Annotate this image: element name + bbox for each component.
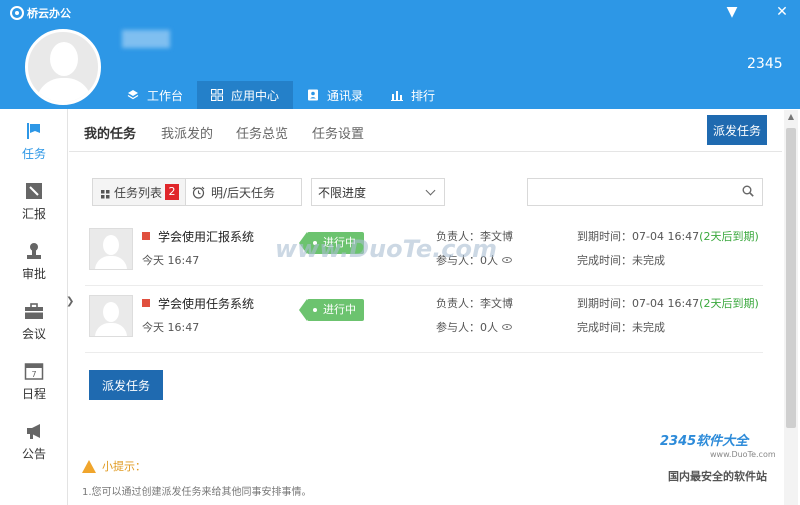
list-icon xyxy=(101,188,110,198)
task-owner: 负责人：李文博 xyxy=(436,230,513,243)
scrollbar[interactable]: ▲ xyxy=(784,110,798,505)
avatar xyxy=(89,295,133,337)
user-avatar[interactable] xyxy=(25,29,101,105)
stamp-icon xyxy=(24,241,44,261)
status-badge: 进行中 xyxy=(299,232,364,254)
watermark-slogan: 国内最安全的软件站 xyxy=(668,470,767,483)
app-logo: 桥云办公 xyxy=(10,5,71,21)
avatar xyxy=(89,228,133,270)
priority-marker xyxy=(142,232,150,240)
task-members: 参与人：0人 xyxy=(436,252,512,268)
priority-marker xyxy=(142,299,150,307)
chevron-down-icon xyxy=(425,185,436,196)
search-icon[interactable] xyxy=(742,185,754,197)
dispatch-task-button[interactable]: 派发任务 xyxy=(89,370,163,400)
task-created-time: 今天 16:47 xyxy=(142,254,200,267)
task-title[interactable]: 学会使用汇报系统 xyxy=(158,228,254,245)
task-count-badge: 2 xyxy=(165,184,180,200)
sidebar: 任务 汇报 审批 会议 7 日程 公告 xyxy=(0,109,68,505)
task-tabs: 我的任务 我派发的 任务总览 任务设置 xyxy=(69,110,782,152)
sidebar-item-schedule[interactable]: 7 日程 xyxy=(0,349,68,409)
sidebar-item-approval[interactable]: 审批 xyxy=(0,229,68,289)
sidebar-collapse-toggle[interactable]: ❯ xyxy=(66,296,74,307)
task-row[interactable]: 学会使用汇报系统 今天 16:47 进行中 负责人：李文博 参与人：0人 到期时… xyxy=(85,220,763,286)
task-list-toggle[interactable]: 任务列表 2 xyxy=(93,179,186,205)
task-owner: 负责人：李文博 xyxy=(436,297,513,310)
task-title[interactable]: 学会使用任务系统 xyxy=(158,295,254,312)
tab-overview[interactable]: 任务总览 xyxy=(236,123,288,142)
calendar-day-label: 7 xyxy=(31,370,36,379)
alarm-clock-icon xyxy=(192,186,205,199)
task-created-time: 今天 16:47 xyxy=(142,321,200,334)
close-icon: ✕ xyxy=(776,4,788,20)
task-view-toggle: 任务列表 2 明/后天任务 xyxy=(92,178,302,206)
layers-icon xyxy=(127,89,139,101)
sidebar-item-report[interactable]: 汇报 xyxy=(0,169,68,229)
task-due: 到期时间：07-04 16:47(2天后到期) xyxy=(577,297,759,310)
close-button[interactable]: ✕ xyxy=(772,3,792,21)
tab-settings[interactable]: 任务设置 xyxy=(312,123,364,142)
app-header: 桥云办公 ▼ ✕ 2345 工作台 应用中心 通讯录 排行 xyxy=(0,0,800,109)
user-id: 2345 xyxy=(747,56,783,72)
task-due: 到期时间：07-04 16:47(2天后到期) xyxy=(577,230,759,243)
upcoming-tasks-toggle[interactable]: 明/后天任务 xyxy=(186,179,275,205)
task-members: 参与人：0人 xyxy=(436,319,512,335)
nav-item-ranking[interactable]: 排行 xyxy=(377,81,449,109)
app-title: 桥云办公 xyxy=(27,7,71,20)
tip-title: 小提示： xyxy=(82,458,146,474)
contacts-icon xyxy=(307,89,319,101)
sidebar-item-meeting[interactable]: 会议 xyxy=(0,289,68,349)
chevron-right-icon: ❯ xyxy=(66,296,75,307)
grid-icon xyxy=(211,89,224,101)
progress-filter-select[interactable]: 不限进度 xyxy=(311,178,445,206)
watermark-brand: 2345软件大全 xyxy=(660,434,749,449)
report-icon xyxy=(24,181,44,201)
task-row[interactable]: 学会使用任务系统 今天 16:47 进行中 负责人：李文博 参与人：0人 到期时… xyxy=(85,287,763,353)
eye-icon[interactable] xyxy=(502,257,512,263)
watermark-url: www.DuoTe.com xyxy=(710,450,776,459)
megaphone-icon xyxy=(24,421,44,441)
tab-my-tasks[interactable]: 我的任务 xyxy=(84,123,136,142)
eye-icon[interactable] xyxy=(502,324,512,330)
bar-chart-icon xyxy=(391,89,404,101)
minimize-button[interactable]: ▼ xyxy=(722,3,742,21)
task-completion: 完成时间：未完成 xyxy=(577,321,665,334)
tab-dispatched[interactable]: 我派发的 xyxy=(161,123,213,142)
top-nav: 工作台 应用中心 通讯录 排行 xyxy=(113,81,449,109)
status-badge: 进行中 xyxy=(299,299,364,321)
search-box xyxy=(527,178,763,206)
nav-item-workbench[interactable]: 工作台 xyxy=(113,81,197,109)
warning-icon xyxy=(82,459,96,473)
sidebar-item-announcement[interactable]: 公告 xyxy=(0,409,68,469)
dispatch-task-button-top[interactable]: 派发任务 xyxy=(707,115,767,145)
tip-text: 1.您可以通过创建派发任务来给其他同事安排事情。 xyxy=(82,487,312,498)
logo-icon xyxy=(10,6,24,20)
nav-item-app-center[interactable]: 应用中心 xyxy=(197,81,294,109)
sidebar-item-task[interactable]: 任务 xyxy=(0,109,68,169)
calendar-icon: 7 xyxy=(24,361,44,381)
scroll-up-icon[interactable]: ▲ xyxy=(784,110,798,124)
task-completion: 完成时间：未完成 xyxy=(577,254,665,267)
briefcase-icon xyxy=(24,301,44,321)
username-blurred xyxy=(122,30,170,48)
chevron-down-icon: ▼ xyxy=(726,4,738,20)
scroll-thumb[interactable] xyxy=(786,128,796,428)
flag-icon xyxy=(24,121,44,141)
search-input[interactable] xyxy=(528,179,728,205)
nav-item-contacts[interactable]: 通讯录 xyxy=(293,81,377,109)
